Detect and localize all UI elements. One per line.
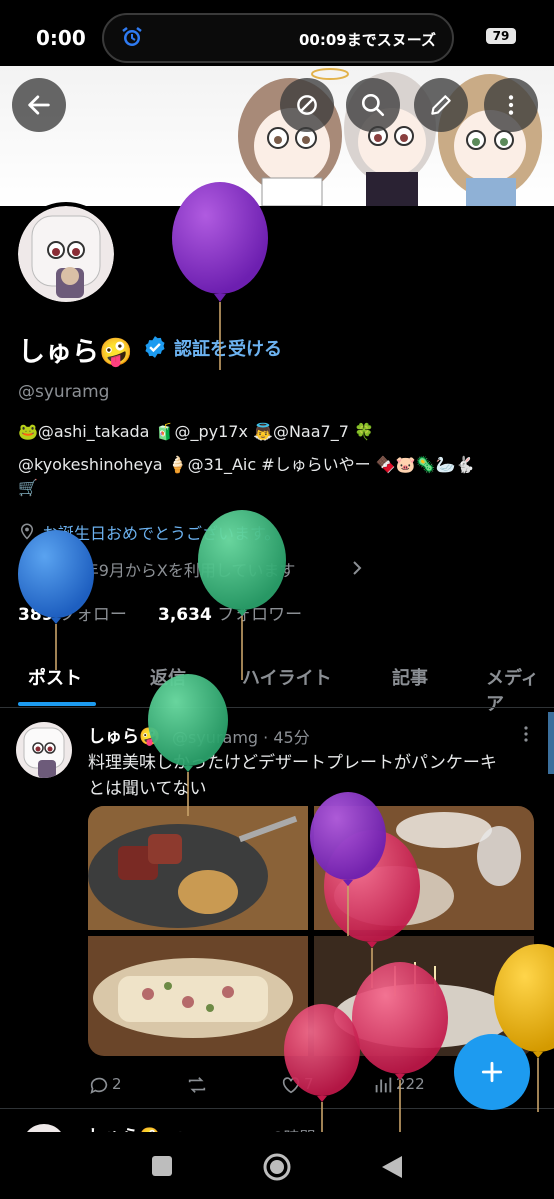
grok-button[interactable] — [280, 78, 334, 132]
search-icon — [361, 93, 385, 117]
alarm-pill[interactable]: 00:09までスヌーズ — [102, 13, 454, 63]
tabs-divider — [0, 707, 554, 708]
system-nav-bar — [0, 1132, 554, 1199]
status-time: 0:00 — [36, 26, 86, 50]
following-label: フォロー — [58, 605, 127, 625]
post-handle-time: @syuramg · 45分 — [172, 728, 310, 747]
pencil-icon — [431, 95, 451, 115]
alarm-clock-icon — [122, 27, 142, 46]
table-photo — [314, 806, 534, 930]
banner-illustration — [238, 68, 542, 206]
post-2-handle-time: @syuramg · 2時間 — [172, 1124, 316, 1132]
views-icon[interactable] — [372, 1074, 394, 1096]
view-count: 222 — [396, 1075, 425, 1093]
post-text-line-1: 料理美味しかったけどデザートプレートがパンケーキ — [88, 753, 497, 773]
verified-badge-icon — [145, 336, 165, 358]
like-count: 7 — [304, 1075, 314, 1093]
followers-label: フォロワー — [217, 605, 303, 625]
more-button[interactable] — [484, 78, 538, 132]
bio-line-2[interactable]: @kyokeshinoheya 🍦@31_Aic #しゅらいやー 🍫🐷🦠🦢🐇 — [18, 451, 475, 475]
home-button[interactable] — [262, 1152, 292, 1182]
more-vertical-icon — [508, 95, 514, 115]
arrow-left-icon — [28, 95, 50, 115]
recents-button[interactable] — [152, 1156, 172, 1176]
chevron-right-icon — [353, 561, 362, 575]
following-count: 389 — [18, 605, 54, 625]
birthday-link[interactable]: お誕生日おめでとうございます。 — [42, 520, 280, 544]
search-button[interactable] — [346, 78, 400, 132]
calendar-icon — [19, 561, 35, 576]
post-author[interactable]: しゅら🤪 — [88, 722, 160, 747]
post-divider — [0, 1108, 554, 1109]
tab-highlights[interactable]: ハイライト — [242, 664, 332, 690]
tab-active-indicator — [18, 702, 96, 706]
reply-count: 2 — [112, 1075, 122, 1093]
post-image-pizza[interactable] — [88, 936, 308, 1056]
compose-button[interactable] — [454, 1034, 530, 1110]
grok-icon — [297, 95, 317, 115]
back-button[interactable] — [12, 78, 66, 132]
battery-indicator: 79 — [486, 28, 516, 44]
followers-stat[interactable]: 3,634 フォロワー — [158, 600, 302, 625]
plus-icon — [481, 1061, 503, 1083]
profile-name: しゅら🤪 — [18, 337, 133, 368]
profile-avatar[interactable] — [14, 202, 118, 306]
like-icon[interactable] — [280, 1074, 302, 1096]
verify-link[interactable]: 認証を受ける — [174, 335, 282, 361]
tab-media[interactable]: メディア — [486, 664, 554, 716]
post-more-icon[interactable] — [518, 726, 534, 742]
back-nav-button[interactable] — [380, 1154, 404, 1180]
profile-handle: @syuramg — [18, 382, 110, 402]
repost-icon[interactable] — [186, 1074, 208, 1096]
followers-count: 3,634 — [158, 605, 212, 625]
avatar-illustration — [18, 206, 114, 302]
post-image-steak[interactable] — [88, 806, 308, 930]
edit-button[interactable] — [414, 78, 468, 132]
bio-line-3: 🛒 — [18, 478, 38, 497]
bio-line-1[interactable]: 🐸@ashi_takada 🧃@_py17x 👼@Naa7_7 🍀 — [18, 422, 374, 441]
alarm-snooze-text: 00:09までスヌーズ — [299, 31, 436, 49]
tab-replies[interactable]: 返信 — [150, 664, 186, 690]
location-pin-icon — [20, 523, 34, 540]
post-avatar[interactable] — [16, 722, 72, 778]
post-2-preview[interactable]: しゅら🤪 @syuramg · 2時間 — [0, 1110, 554, 1132]
profile-banner — [0, 66, 554, 206]
tab-articles[interactable]: 記事 — [392, 664, 428, 690]
post-avatar-illustration — [23, 727, 65, 778]
post-image-table[interactable] — [314, 806, 534, 930]
post-2-author: しゅら🤪 — [88, 1122, 160, 1132]
tab-posts[interactable]: ポスト — [28, 664, 82, 690]
scroll-indicator[interactable] — [548, 712, 554, 774]
post-2-avatar — [22, 1124, 66, 1132]
post-text-line-2: とは聞いてない — [88, 779, 207, 799]
joined-date[interactable]: 2020年9月からXを利用しています — [42, 557, 295, 581]
following-stat[interactable]: 389 フォロー — [18, 600, 127, 625]
steak-photo — [88, 806, 308, 930]
reply-icon[interactable] — [88, 1074, 110, 1096]
pizza-photo — [88, 936, 308, 1056]
